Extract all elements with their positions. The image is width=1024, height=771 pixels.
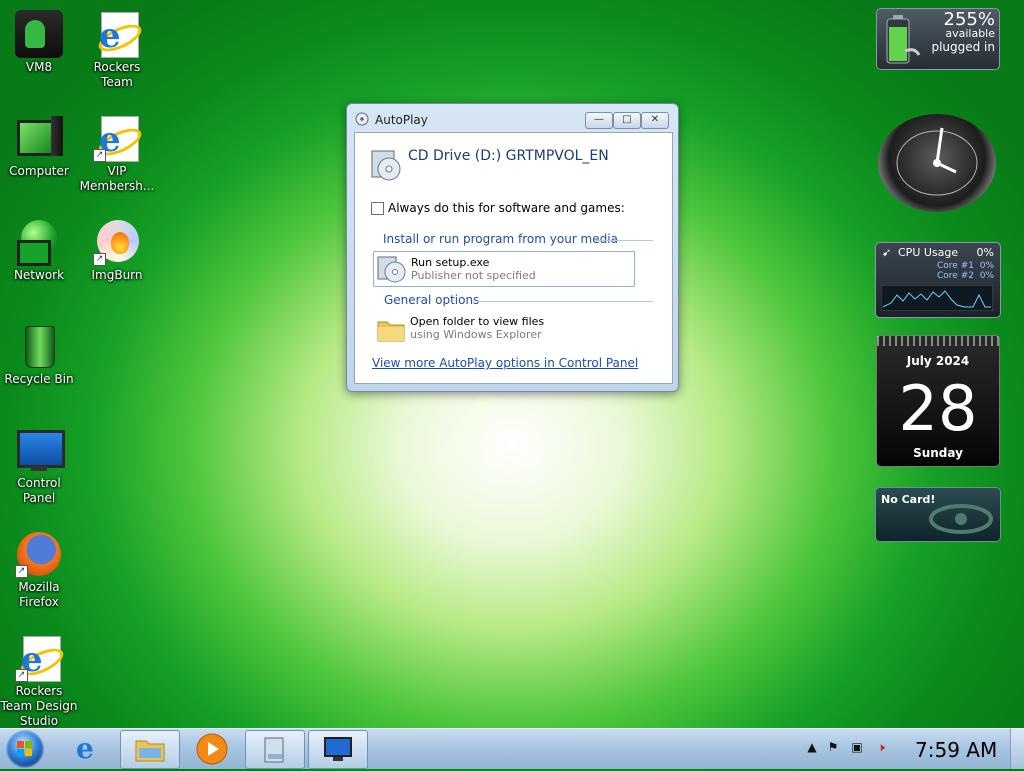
autoplay-window: AutoPlay — □ ✕ CD Drive (D:) GRTMPVOL_EN… bbox=[346, 103, 679, 392]
windows-explorer-icon bbox=[135, 740, 165, 762]
internet-explorer-icon: e ↗ bbox=[15, 634, 68, 682]
graphics-card-gadget[interactable]: No Card! bbox=[875, 487, 1001, 542]
desktop-icon-firefox[interactable]: ↗ Mozilla Firefox bbox=[0, 526, 78, 610]
calendar-weekday: Sunday bbox=[913, 446, 963, 460]
desktop-icon-label: Control Panel bbox=[17, 476, 61, 505]
desktop-icon-label: VIP Membersh... bbox=[79, 164, 155, 193]
cpu-graph bbox=[881, 285, 993, 311]
nvidia-eye-icon bbox=[929, 504, 993, 534]
taskbar-internet-explorer[interactable]: e bbox=[60, 730, 118, 767]
wallpaper-light-beam bbox=[429, 388, 499, 477]
minimize-button[interactable]: — bbox=[585, 112, 613, 129]
show-desktop-button[interactable] bbox=[1010, 729, 1024, 769]
desktop-icon-label: Computer bbox=[9, 164, 69, 178]
imgburn-icon: ↗ bbox=[93, 218, 141, 266]
core2-label: Core #2 bbox=[937, 271, 974, 281]
recycle-bin-icon bbox=[15, 322, 63, 370]
taskbar: e ▲ ⚑ ▣ 🕨 7:59 AM bbox=[0, 728, 1024, 769]
volume-muted-icon[interactable]: 🕨 bbox=[874, 740, 888, 754]
firefox-icon: ↗ bbox=[15, 530, 63, 578]
computer-icon bbox=[15, 114, 63, 162]
taskbar-windows-explorer[interactable] bbox=[120, 730, 180, 769]
battery-power: plugged in bbox=[931, 40, 995, 54]
internet-explorer-icon: e bbox=[93, 10, 146, 58]
open-folder-option[interactable]: Open folder to view files using Windows … bbox=[373, 311, 633, 345]
action-center-flag-icon[interactable]: ⚑ bbox=[826, 740, 840, 754]
control-panel-icon bbox=[15, 426, 65, 474]
desktop-icon-vm8[interactable]: VM8 bbox=[0, 6, 78, 75]
section-divider bbox=[595, 240, 653, 241]
media-player-icon bbox=[196, 733, 228, 765]
window-title: AutoPlay bbox=[375, 113, 428, 127]
drive-title: CD Drive (D:) GRTMPVOL_EN bbox=[408, 148, 609, 164]
cpu-usage-gadget[interactable]: ➹ CPU Usage 0% Core #1 0% Core #2 0% bbox=[875, 242, 1001, 318]
desktop-icon-rockers-team[interactable]: e Rockers Team bbox=[78, 6, 156, 90]
battery-status: available bbox=[945, 27, 995, 40]
desktop-icon-label: Network bbox=[13, 268, 65, 282]
core2-value: 0% bbox=[979, 271, 994, 281]
core1-value: 0% bbox=[979, 261, 994, 271]
show-hidden-icons-icon[interactable]: ▲ bbox=[805, 740, 819, 754]
taskbar-clock[interactable]: 7:59 AM bbox=[915, 738, 997, 762]
network-tray-icon[interactable]: ▣ bbox=[850, 740, 864, 754]
always-do-this-checkbox[interactable] bbox=[371, 202, 384, 215]
network-icon bbox=[15, 218, 63, 266]
desktop-icon-label: Rockers Team Design Studio bbox=[0, 684, 78, 728]
start-button[interactable] bbox=[6, 730, 44, 768]
desktop-icon-label: ImgBurn bbox=[91, 268, 143, 282]
run-setup-option[interactable]: Run setup.exe Publisher not specified bbox=[373, 251, 635, 287]
calendar-month-year: July 2024 bbox=[906, 354, 970, 368]
desktop-icon-label: Rockers Team bbox=[93, 60, 141, 89]
maximize-button[interactable]: □ bbox=[613, 112, 641, 129]
gauge-icon: ➹ bbox=[882, 246, 892, 259]
open-folder-subtitle: using Windows Explorer bbox=[410, 328, 542, 341]
section-install-heading: Install or run program from your media bbox=[383, 232, 618, 246]
autoplay-icon bbox=[355, 112, 369, 126]
calendar-day: 28 bbox=[898, 372, 978, 445]
section-divider bbox=[477, 301, 653, 302]
cd-drive-icon bbox=[371, 150, 401, 181]
close-button[interactable]: ✕ bbox=[641, 112, 669, 129]
vm8-icon bbox=[15, 10, 63, 58]
run-setup-subtitle: Publisher not specified bbox=[411, 269, 536, 282]
desktop-icon-label: Mozilla Firefox bbox=[18, 580, 60, 609]
battery-gadget[interactable]: 255% available plugged in bbox=[876, 8, 1000, 70]
desktop-icon-vip-membership[interactable]: e ↗ VIP Membersh... bbox=[78, 110, 156, 194]
clock-hands-icon bbox=[896, 127, 978, 196]
cpu-total: 0% bbox=[976, 246, 994, 259]
desktop-icon-rockers-team-design-studio[interactable]: e ↗ Rockers Team Design Studio bbox=[0, 630, 78, 729]
always-do-this-label: Always do this for software and games: bbox=[388, 201, 625, 215]
section-general-heading: General options bbox=[384, 293, 480, 307]
desktop-icon-computer[interactable]: Computer bbox=[0, 110, 78, 179]
open-folder-title: Open folder to view files bbox=[410, 315, 545, 328]
internet-explorer-icon: e ↗ bbox=[93, 114, 146, 162]
core1-label: Core #1 bbox=[937, 261, 974, 271]
desktop-icon-label: VM8 bbox=[25, 60, 53, 74]
setup-disc-icon bbox=[377, 256, 406, 283]
control-panel-link[interactable]: View more AutoPlay options in Control Pa… bbox=[372, 356, 638, 370]
taskbar-disk-drive[interactable] bbox=[245, 730, 305, 769]
calendar-gadget[interactable]: July 2024 28 Sunday bbox=[876, 335, 1000, 467]
disk-drive-icon bbox=[264, 737, 284, 763]
desktop-icon-imgburn[interactable]: ↗ ImgBurn bbox=[78, 214, 156, 283]
folder-icon bbox=[377, 321, 405, 342]
desktop-icon-network[interactable]: Network bbox=[0, 214, 78, 283]
taskbar-media-player[interactable] bbox=[183, 730, 241, 767]
desktop-icon-label: Recycle Bin bbox=[4, 372, 74, 386]
monitor-icon bbox=[324, 737, 352, 761]
run-setup-title: Run setup.exe bbox=[411, 256, 490, 269]
battery-icon bbox=[886, 15, 921, 64]
internet-explorer-icon: e bbox=[76, 732, 94, 765]
autoplay-content: CD Drive (D:) GRTMPVOL_EN Always do this… bbox=[354, 132, 673, 384]
windows-logo-icon bbox=[17, 741, 32, 756]
taskbar-monitor[interactable] bbox=[308, 730, 368, 769]
desktop-icon-control-panel[interactable]: Control Panel bbox=[0, 422, 78, 506]
desktop-icon-recycle-bin[interactable]: Recycle Bin bbox=[0, 318, 78, 387]
cpu-title: CPU Usage bbox=[898, 246, 959, 259]
clock-gadget[interactable] bbox=[876, 112, 1000, 216]
